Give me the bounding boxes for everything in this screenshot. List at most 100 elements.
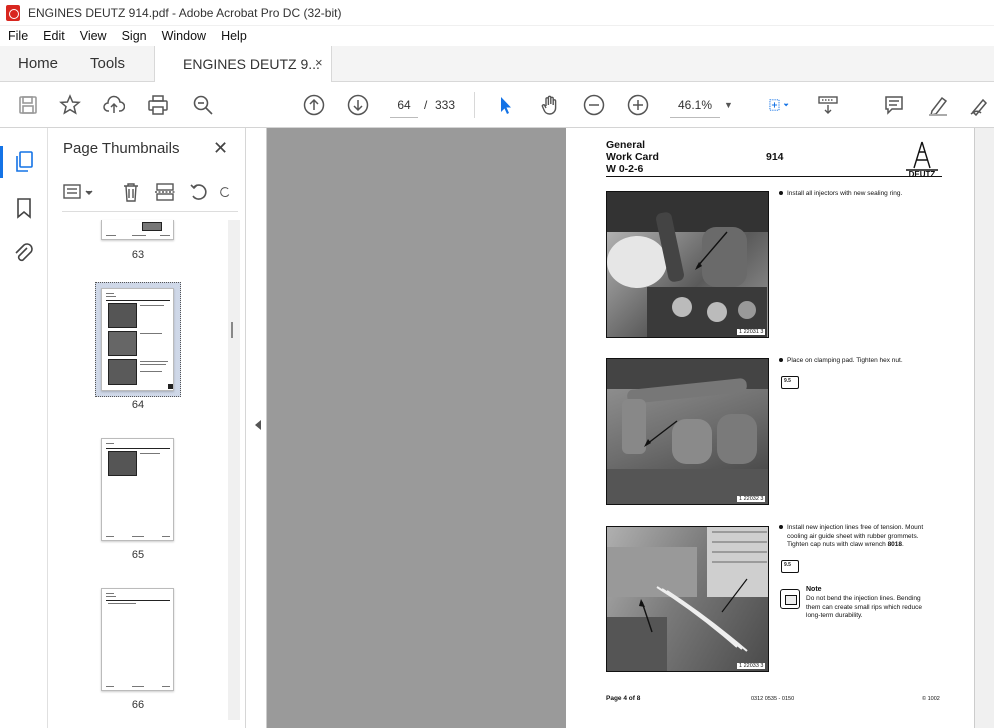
- thumb-line: [160, 235, 170, 236]
- zoom-level-input[interactable]: 46.1%: [670, 92, 720, 118]
- active-indicator: [0, 146, 3, 178]
- zoom-dropdown-icon[interactable]: ▼: [724, 100, 733, 110]
- logo-text: DEUTZ: [908, 170, 936, 179]
- menu-help[interactable]: Help: [213, 29, 254, 43]
- extract-page-icon[interactable]: [154, 180, 176, 204]
- thumbnail-label: 66: [131, 699, 145, 711]
- tab-document[interactable]: ENGINES DEUTZ 9... ×: [154, 46, 332, 83]
- reference-number: 9.5: [784, 378, 791, 384]
- previous-page-icon[interactable]: [302, 93, 326, 117]
- note-line-1: Do not bend the injection lines. Bending: [806, 595, 921, 602]
- reference-book-icon: 9.5: [781, 376, 799, 389]
- thumb-photo: [142, 222, 162, 231]
- step-2-text: Place on clamping pad. Tighten hex nut.: [779, 357, 959, 366]
- page-thumbnails-icon[interactable]: [12, 150, 36, 174]
- collapse-arrow-icon[interactable]: [255, 420, 261, 430]
- step-3-line-3: Tighten cap nuts with claw wrench 8018.: [779, 541, 969, 550]
- step-1-label: Install all injectors with new sealing r…: [787, 190, 903, 197]
- sign-pen-icon[interactable]: [968, 93, 992, 117]
- photo-code: 1 22032 3: [737, 496, 766, 502]
- step-3-line-2: cooling air guide sheet with rubber grom…: [787, 532, 919, 540]
- bookmarks-icon[interactable]: [12, 196, 36, 220]
- menu-sign[interactable]: Sign: [114, 29, 154, 43]
- thumb-line: [132, 536, 144, 537]
- thumb-photo: [108, 331, 137, 356]
- panel-close-icon[interactable]: ✕: [213, 138, 228, 159]
- zoom-search-icon[interactable]: [191, 93, 215, 117]
- footer-date: © 1002: [922, 696, 940, 702]
- scroll-grip[interactable]: [231, 322, 233, 338]
- next-page-icon[interactable]: [346, 93, 370, 117]
- thumbnail-scrollbar[interactable]: [228, 220, 240, 720]
- thumb-line: [106, 596, 116, 597]
- page-thumbnail-63[interactable]: [101, 220, 174, 240]
- thumbnail-label: 64: [131, 399, 145, 411]
- reference-number: 9.5: [784, 562, 791, 568]
- tab-tools[interactable]: Tools: [90, 46, 125, 82]
- page-thumbnail-65[interactable]: [101, 438, 174, 541]
- step-3-text: Install new injection lines free of tens…: [779, 524, 969, 550]
- window-title: ENGINES DEUTZ 914.pdf - Adobe Acrobat Pr…: [28, 5, 342, 20]
- thumb-line: [106, 293, 114, 294]
- menu-edit[interactable]: Edit: [35, 29, 72, 43]
- header-work-card: Work Card: [606, 151, 659, 163]
- note-body: Do not bend the injection lines. Bending…: [806, 595, 966, 621]
- delete-page-icon[interactable]: [120, 180, 142, 204]
- menu-window[interactable]: Window: [154, 29, 213, 43]
- tab-close-icon[interactable]: ×: [315, 55, 323, 70]
- page-separator: /: [424, 98, 428, 112]
- toolbar-divider: [474, 92, 475, 118]
- page-thumbnail-66[interactable]: [101, 588, 174, 691]
- acrobat-app-icon: [6, 4, 20, 21]
- step-2-label: Place on clamping pad. Tighten hex nut.: [787, 357, 903, 364]
- thumb-line: [140, 333, 162, 334]
- panel-toolbar: [62, 180, 238, 212]
- print-icon[interactable]: [146, 93, 170, 117]
- tab-bar: Home Tools ENGINES DEUTZ 9... ×: [0, 46, 994, 83]
- thumb-photo: [108, 451, 137, 476]
- scroll-mode-icon[interactable]: [816, 93, 840, 117]
- thumb-line: [140, 453, 160, 454]
- menu-file[interactable]: File: [0, 29, 35, 43]
- thumb-photo: [108, 303, 137, 328]
- zoom-out-icon[interactable]: [582, 93, 606, 117]
- left-rail: [0, 128, 48, 728]
- select-cursor-icon[interactable]: [494, 93, 518, 117]
- thumbnail-label: 63: [131, 249, 145, 261]
- bookmark-star-icon[interactable]: [58, 93, 82, 117]
- comment-icon[interactable]: [882, 93, 906, 117]
- thumb-line: [106, 686, 114, 687]
- bullet-icon: [779, 525, 783, 530]
- attachments-icon[interactable]: [12, 242, 36, 266]
- tab-home[interactable]: Home: [18, 46, 58, 82]
- zoom-in-icon[interactable]: [626, 93, 650, 117]
- thumb-line: [140, 361, 168, 362]
- document-view[interactable]: General Work Card W 0-2-6 914 DEUTZ 1 22…: [267, 128, 994, 728]
- document-scrollbar[interactable]: [974, 128, 994, 728]
- current-page-input[interactable]: 64: [390, 92, 418, 118]
- thumbnail-label: 65: [131, 549, 145, 561]
- toolbar: [0, 82, 994, 128]
- fit-page-icon[interactable]: [762, 93, 796, 117]
- note-line-2: them can create small rips which reduce: [806, 603, 922, 611]
- step-3-line-3-text: Tighten cap nuts with claw wrench: [787, 541, 888, 548]
- bullet-icon: [779, 358, 783, 363]
- note-icon: [780, 589, 800, 609]
- page-thumbnail-64[interactable]: [101, 288, 174, 391]
- page-thumbnails-panel: Page Thumbnails ✕ 63 64 65 66: [48, 128, 246, 728]
- highlight-pen-icon[interactable]: [926, 93, 950, 117]
- rotate-right-icon[interactable]: [218, 180, 232, 204]
- step-1-text: Install all injectors with new sealing r…: [779, 190, 959, 199]
- photo-install-injectors: 1 22031 3: [606, 191, 769, 338]
- rotate-left-icon[interactable]: [188, 180, 210, 204]
- note-line-3: long-term durability.: [806, 612, 863, 619]
- panel-collapse-handle[interactable]: [247, 128, 267, 728]
- upload-cloud-icon[interactable]: [102, 93, 126, 117]
- photo-injection-lines: 1 22033 3: [606, 526, 769, 672]
- hand-tool-icon[interactable]: [538, 93, 562, 117]
- menu-view[interactable]: View: [72, 29, 114, 43]
- header-engine-number: 914: [766, 151, 784, 163]
- save-icon[interactable]: [16, 93, 40, 117]
- note-title: Note: [806, 586, 822, 593]
- thumbnail-options-icon[interactable]: [62, 180, 96, 204]
